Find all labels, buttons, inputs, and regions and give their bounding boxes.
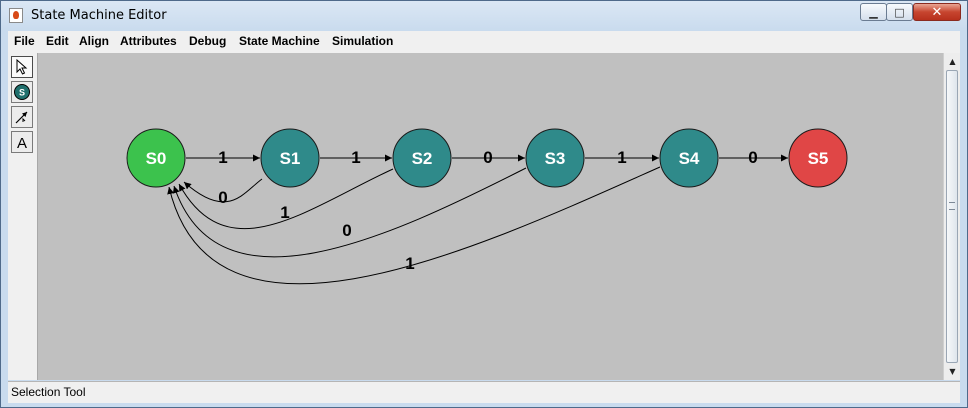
- selection-tool-icon: [16, 59, 28, 75]
- state-tool-icon: S: [14, 84, 30, 100]
- state-machine-canvas[interactable]: 1 1 0 1 0 0 1 0 1 S0 S1 S2 S3 S4 S5: [38, 53, 943, 380]
- state-s1[interactable]: S1: [260, 128, 320, 188]
- transition-tool-button[interactable]: [11, 106, 33, 128]
- menu-align[interactable]: Align: [79, 34, 109, 48]
- menu-file[interactable]: File: [14, 34, 35, 48]
- menu-bar: File Edit Align Attributes Debug State M…: [8, 31, 960, 54]
- transition-label[interactable]: 1: [218, 148, 227, 167]
- status-text: Selection Tool: [11, 385, 86, 399]
- window-title: State Machine Editor: [31, 8, 167, 23]
- state-label: S4: [679, 149, 700, 168]
- text-tool-button[interactable]: A: [11, 131, 33, 153]
- transition-tool-icon: [15, 111, 28, 124]
- transition-label[interactable]: 0: [483, 148, 492, 167]
- maximize-button[interactable]: □: [886, 3, 913, 21]
- maximize-icon: □: [894, 5, 905, 19]
- scroll-down-arrow-icon[interactable]: ▼: [945, 364, 960, 379]
- text-tool-icon: A: [17, 135, 27, 150]
- state-s3[interactable]: S3: [525, 128, 585, 188]
- status-bar: Selection Tool: [8, 381, 960, 403]
- transition-label[interactable]: 0: [748, 148, 757, 167]
- state-s4[interactable]: S4: [659, 128, 719, 188]
- state-label: S3: [545, 149, 566, 168]
- vertical-scrollbar[interactable]: ▲ ▼: [943, 53, 960, 380]
- scroll-thumb[interactable]: [946, 70, 958, 363]
- transition-label[interactable]: 1: [617, 148, 626, 167]
- state-label: S5: [808, 149, 829, 168]
- transition-label[interactable]: 1: [280, 203, 289, 222]
- transition-label[interactable]: 1: [351, 148, 360, 167]
- state-label: S2: [412, 149, 433, 168]
- transition-label[interactable]: 0: [342, 221, 351, 240]
- state-tool-button[interactable]: S: [11, 81, 33, 103]
- scroll-up-arrow-icon[interactable]: ▲: [945, 54, 960, 69]
- java-app-icon: [9, 8, 23, 23]
- state-s0[interactable]: S0: [126, 128, 186, 188]
- menu-debug[interactable]: Debug: [189, 34, 226, 48]
- minimize-button[interactable]: ▁: [860, 3, 887, 21]
- state-s2[interactable]: S2: [392, 128, 452, 188]
- close-button[interactable]: ✕: [913, 3, 961, 21]
- tool-palette: S A: [8, 53, 38, 380]
- transition-label[interactable]: 0: [218, 188, 227, 207]
- transition-s3-s0[interactable]: [172, 167, 527, 258]
- text-tool-glyph: A: [17, 135, 27, 150]
- selection-tool-button[interactable]: [11, 56, 33, 78]
- minimize-icon: ▁: [869, 5, 878, 19]
- state-s5[interactable]: S5: [788, 128, 848, 188]
- menu-state-machine[interactable]: State Machine: [239, 34, 320, 48]
- state-diagram: 1 1 0 1 0 0 1 0 1 S0 S1 S2 S3 S4 S5: [126, 128, 848, 285]
- app-window: State Machine Editor ▁ □ ✕ File Edit Ali…: [0, 0, 968, 408]
- title-bar[interactable]: State Machine Editor ▁ □ ✕: [1, 1, 967, 31]
- menu-simulation[interactable]: Simulation: [332, 34, 393, 48]
- menu-edit[interactable]: Edit: [46, 34, 69, 48]
- scroll-grip-icon: [949, 202, 955, 210]
- close-icon: ✕: [931, 4, 943, 20]
- transition-label[interactable]: 1: [405, 254, 414, 273]
- menu-attributes[interactable]: Attributes: [120, 34, 177, 48]
- state-label: S1: [280, 149, 301, 168]
- state-tool-glyph: S: [19, 88, 25, 98]
- state-label: S0: [146, 149, 167, 168]
